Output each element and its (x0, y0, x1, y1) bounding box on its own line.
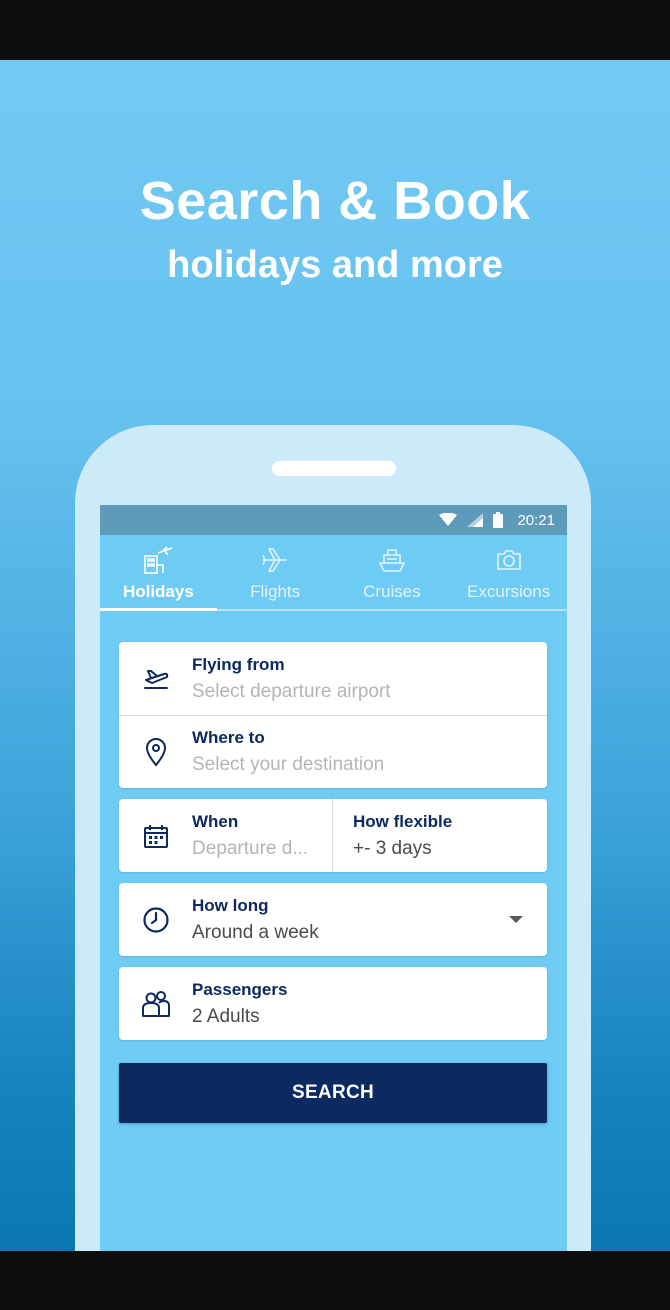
app-screen: 20:21 Holidays Flights Cruises Excursion… (100, 505, 567, 1251)
holiday-search-form: Flying from Select departure airport Whe… (119, 642, 547, 1123)
how-long-label: How long (192, 895, 269, 915)
when-field[interactable]: When Departure d... (119, 799, 333, 872)
status-time: 20:21 (517, 511, 555, 529)
how-long-value: Around a week (192, 921, 319, 943)
holiday-building-plane-icon (141, 545, 175, 575)
tab-holidays[interactable]: Holidays (100, 535, 217, 611)
how-flexible-field[interactable]: How flexible +- 3 days (333, 799, 547, 872)
how-long-select[interactable]: How long Around a week (119, 883, 547, 956)
status-bar: 20:21 (100, 505, 567, 535)
top-black-bar (0, 0, 670, 60)
passengers-icon (119, 990, 192, 1018)
hero-title: Search & Book (139, 171, 531, 231)
passengers-label: Passengers (192, 979, 288, 999)
phone-speaker (272, 461, 396, 476)
search-button[interactable]: SEARCH (119, 1063, 547, 1123)
promo-background: Search & Book holidays and more 20:21 Ho… (0, 60, 670, 1251)
tab-label-holidays: Holidays (122, 582, 194, 601)
route-card: Flying from Select departure airport Whe… (119, 642, 547, 788)
when-label: When (192, 811, 239, 831)
plane-takeoff-icon (119, 667, 192, 691)
where-to-label: Where to (192, 728, 265, 747)
bottom-black-bar (0, 1251, 670, 1310)
passengers-card: Passengers 2 Adults (119, 967, 547, 1040)
hero-subtitle: holidays and more (167, 244, 503, 286)
clock-icon (119, 906, 192, 934)
when-placeholder: Departure d... (192, 837, 309, 859)
date-card: When Departure d... How flexible +- 3 da… (119, 799, 547, 872)
duration-card: How long Around a week (119, 883, 547, 956)
airplane-icon (260, 545, 290, 575)
tab-excursions[interactable]: Excursions (450, 535, 567, 609)
passengers-field[interactable]: Passengers 2 Adults (119, 967, 547, 1040)
ship-icon (377, 545, 407, 575)
chevron-down-icon[interactable] (509, 916, 523, 923)
camera-icon (494, 545, 524, 575)
where-to-placeholder: Select your destination (192, 754, 385, 775)
where-to-field[interactable]: Where to Select your destination (119, 715, 547, 788)
tab-cruises[interactable]: Cruises (334, 535, 451, 609)
flying-from-field[interactable]: Flying from Select departure airport (119, 642, 547, 715)
tab-label-flights: Flights (250, 582, 301, 601)
tab-label-cruises: Cruises (363, 582, 421, 601)
how-flexible-value: +- 3 days (353, 837, 432, 859)
flying-from-label: Flying from (192, 654, 285, 674)
search-tabs: Holidays Flights Cruises Excursions (100, 535, 567, 611)
passengers-value: 2 Adults (192, 1005, 260, 1027)
how-flexible-label: How flexible (353, 811, 453, 831)
battery-icon (493, 512, 504, 528)
location-pin-icon (119, 737, 192, 767)
tab-label-excursions: Excursions (467, 582, 551, 601)
phone-frame: 20:21 Holidays Flights Cruises Excursion… (75, 425, 591, 1251)
calendar-icon (119, 823, 192, 849)
signal-icon (467, 513, 484, 527)
wifi-icon (439, 513, 458, 527)
tab-flights[interactable]: Flights (217, 535, 334, 609)
flying-from-placeholder: Select departure airport (192, 680, 391, 702)
